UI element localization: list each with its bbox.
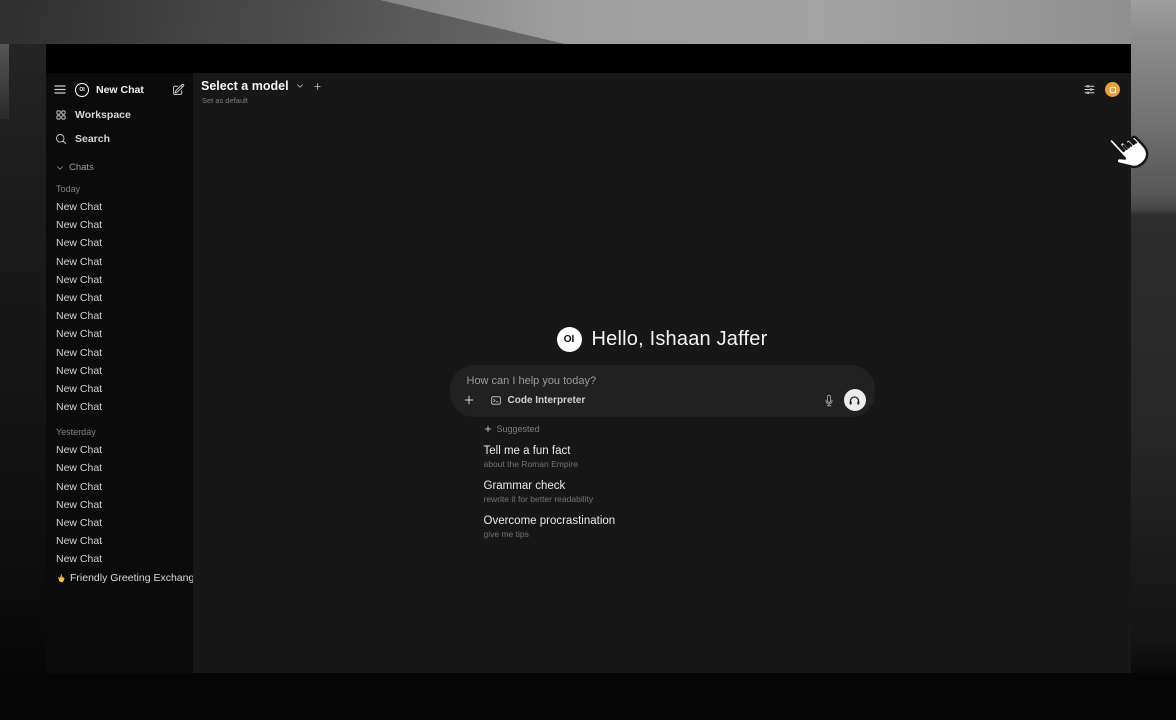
- wallpaper-right: [1131, 0, 1176, 720]
- app-logo: OI: [75, 83, 89, 97]
- wave-emoji: [56, 573, 66, 583]
- suggested-prompt-subtitle: rewrite it for better readability: [484, 494, 875, 504]
- code-interpreter-label: Code Interpreter: [508, 395, 586, 406]
- new-chat-pencil-icon[interactable]: [172, 83, 185, 96]
- sidebar-toggle-icon[interactable]: [54, 85, 66, 94]
- microphone-icon[interactable]: [823, 394, 835, 407]
- chat-list-item[interactable]: New Chat: [54, 289, 185, 307]
- chat-list-item[interactable]: New Chat: [54, 532, 185, 550]
- message-input[interactable]: How can I help you today?: [467, 375, 597, 387]
- suggested-prompt-title: Tell me a fun fact: [484, 445, 875, 457]
- sidebar: OI New Chat Workspace Search: [46, 73, 193, 673]
- suggested-prompt[interactable]: Tell me a fun fact about the Roman Empir…: [484, 445, 875, 469]
- chat-list-item[interactable]: New Chat: [54, 398, 185, 416]
- greeting-text: Hello, Ishaan Jaffer: [592, 328, 768, 351]
- suggested-prompt-title: Grammar check: [484, 480, 875, 492]
- chat-list-item-friendly-greeting[interactable]: Friendly Greeting Exchange: [54, 569, 185, 588]
- suggested-prompt[interactable]: Grammar check rewrite it for better read…: [484, 480, 875, 504]
- workspace-grid-icon: [55, 109, 67, 121]
- sidebar-item-search[interactable]: Search: [54, 129, 185, 148]
- sparkle-icon: [484, 425, 492, 433]
- chat-list-item[interactable]: New Chat: [54, 514, 185, 532]
- suggested-label: Suggested: [497, 424, 540, 434]
- chat-item-label: Friendly Greeting Exchange: [70, 572, 193, 584]
- suggested-prompts: Suggested Tell me a fun fact about the R…: [450, 424, 875, 539]
- chat-group-label-yesterday: Yesterday: [56, 427, 185, 437]
- chat-list-item[interactable]: New Chat: [54, 198, 185, 216]
- model-selector[interactable]: Select a model: [201, 79, 322, 93]
- user-avatar[interactable]: [1105, 82, 1120, 97]
- chat-list-item[interactable]: New Chat: [54, 234, 185, 252]
- suggested-prompt-title: Overcome procrastination: [484, 515, 875, 527]
- model-selector-label: Select a model: [201, 79, 289, 93]
- window-titlebar: [46, 44, 1131, 73]
- wallpaper-bottom: [0, 673, 1176, 720]
- set-as-default-link[interactable]: Set as default: [202, 96, 322, 105]
- chat-list-item[interactable]: New Chat: [54, 380, 185, 398]
- chats-section-label: Chats: [69, 162, 94, 173]
- chat-list-item[interactable]: New Chat: [54, 271, 185, 289]
- sidebar-item-label: Workspace: [75, 109, 131, 121]
- chat-list-today: New ChatNew ChatNew ChatNew ChatNew Chat…: [54, 198, 185, 416]
- chat-group-label-today: Today: [56, 184, 185, 194]
- chat-input-box[interactable]: How can I help you today? Code Interpret…: [450, 365, 875, 417]
- code-interpreter-icon: [490, 395, 502, 406]
- headphones-icon: [848, 394, 861, 407]
- wallpaper-left: [0, 44, 46, 673]
- chat-list-item[interactable]: New Chat: [54, 216, 185, 234]
- main-panel: Select a model Set as default: [193, 73, 1131, 673]
- chat-list-item[interactable]: New Chat: [54, 496, 185, 514]
- app-logo-large: OI: [557, 327, 582, 352]
- chat-list-item[interactable]: New Chat: [54, 307, 185, 325]
- chat-list-item[interactable]: New Chat: [54, 253, 185, 271]
- chevron-down-icon: [56, 164, 64, 172]
- plus-icon[interactable]: [463, 394, 475, 406]
- chat-list-item[interactable]: New Chat: [54, 344, 185, 362]
- sidebar-item-workspace[interactable]: Workspace: [54, 105, 185, 124]
- suggested-prompt[interactable]: Overcome procrastination give me tips: [484, 515, 875, 539]
- wallpaper-left-sliver: [0, 44, 9, 119]
- suggested-prompt-subtitle: about the Roman Empire: [484, 459, 875, 469]
- settings-sliders-icon[interactable]: [1083, 83, 1096, 96]
- suggested-prompt-subtitle: give me tips: [484, 529, 875, 539]
- chat-list-item[interactable]: New Chat: [54, 550, 185, 568]
- chat-list-item[interactable]: New Chat: [54, 362, 185, 380]
- app-title: New Chat: [96, 84, 144, 96]
- voice-call-button[interactable]: [844, 389, 866, 411]
- chat-list-item[interactable]: New Chat: [54, 441, 185, 459]
- chats-section-toggle[interactable]: Chats: [54, 162, 185, 173]
- code-interpreter-toggle[interactable]: Code Interpreter: [490, 395, 586, 406]
- chat-list-item[interactable]: New Chat: [54, 325, 185, 343]
- sidebar-item-label: Search: [75, 133, 110, 145]
- search-icon: [55, 133, 67, 145]
- chevron-down-icon: [296, 82, 304, 90]
- chat-list-item[interactable]: New Chat: [54, 478, 185, 496]
- app-window: OI New Chat Workspace Search: [46, 44, 1131, 673]
- suggestion-list: Tell me a fun fact about the Roman Empir…: [484, 445, 875, 539]
- greeting: OI Hello, Ishaan Jaffer: [557, 327, 768, 352]
- chat-list-item[interactable]: New Chat: [54, 459, 185, 477]
- chat-list-yesterday: New ChatNew ChatNew ChatNew ChatNew Chat…: [54, 441, 185, 568]
- add-model-icon[interactable]: [313, 82, 322, 91]
